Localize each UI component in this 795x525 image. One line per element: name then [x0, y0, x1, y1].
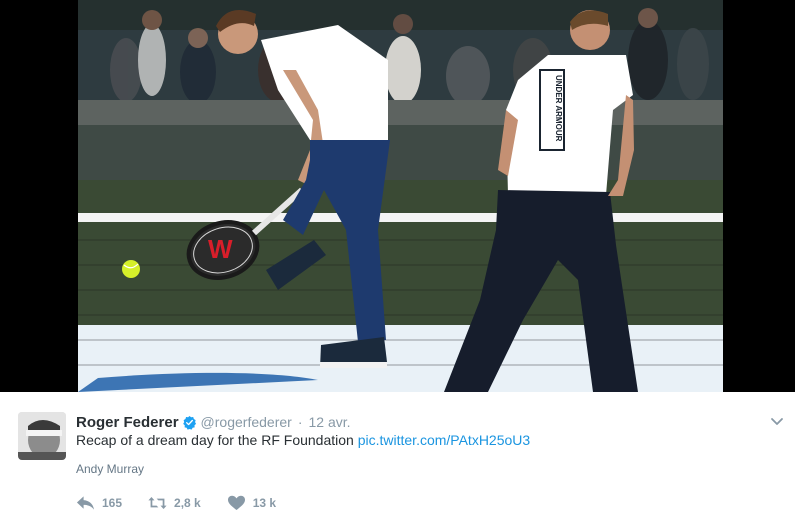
display-name[interactable]: Roger Federer	[76, 414, 179, 431]
chevron-down-icon[interactable]	[768, 412, 786, 430]
reply-count: 165	[102, 496, 123, 510]
user-handle[interactable]: @rogerfederer	[201, 414, 292, 430]
tagged-user[interactable]: Andy Murray	[76, 462, 144, 476]
reply-button[interactable]: 165	[76, 495, 122, 511]
shirt-print: UNDER ARMOUR	[554, 75, 563, 142]
verified-badge-icon	[182, 415, 197, 430]
tweet-media-link[interactable]: pic.twitter.com/PAtxH25oU3	[358, 432, 530, 448]
like-count: 13 k	[252, 496, 277, 510]
retweet-button[interactable]: 2,8 k	[148, 495, 201, 511]
avatar[interactable]	[18, 412, 66, 460]
tweet-timestamp[interactable]: 12 avr.	[308, 414, 350, 430]
separator-dot: ·	[297, 414, 303, 430]
tweet-card: Roger Federer @rogerfederer · 12 avr. Re…	[0, 392, 795, 525]
tweet-photo[interactable]: W UNDER ARMOUR	[78, 0, 723, 392]
tweet-text: Recap of a dream day for the RF Foundati…	[76, 432, 530, 448]
like-button[interactable]: 13 k	[227, 495, 276, 511]
tweet-body: Recap of a dream day for the RF Foundati…	[76, 432, 354, 448]
tweet-header: Roger Federer @rogerfederer · 12 avr.	[76, 412, 351, 432]
tweet-actions: 165 2,8 k 13 k	[76, 493, 302, 513]
reply-icon	[76, 496, 95, 510]
retweet-count: 2,8 k	[174, 496, 201, 510]
svg-text:W: W	[208, 234, 233, 264]
heart-icon	[227, 495, 245, 510]
retweet-icon	[148, 496, 167, 510]
tweet-media[interactable]: W UNDER ARMOUR	[0, 0, 795, 392]
